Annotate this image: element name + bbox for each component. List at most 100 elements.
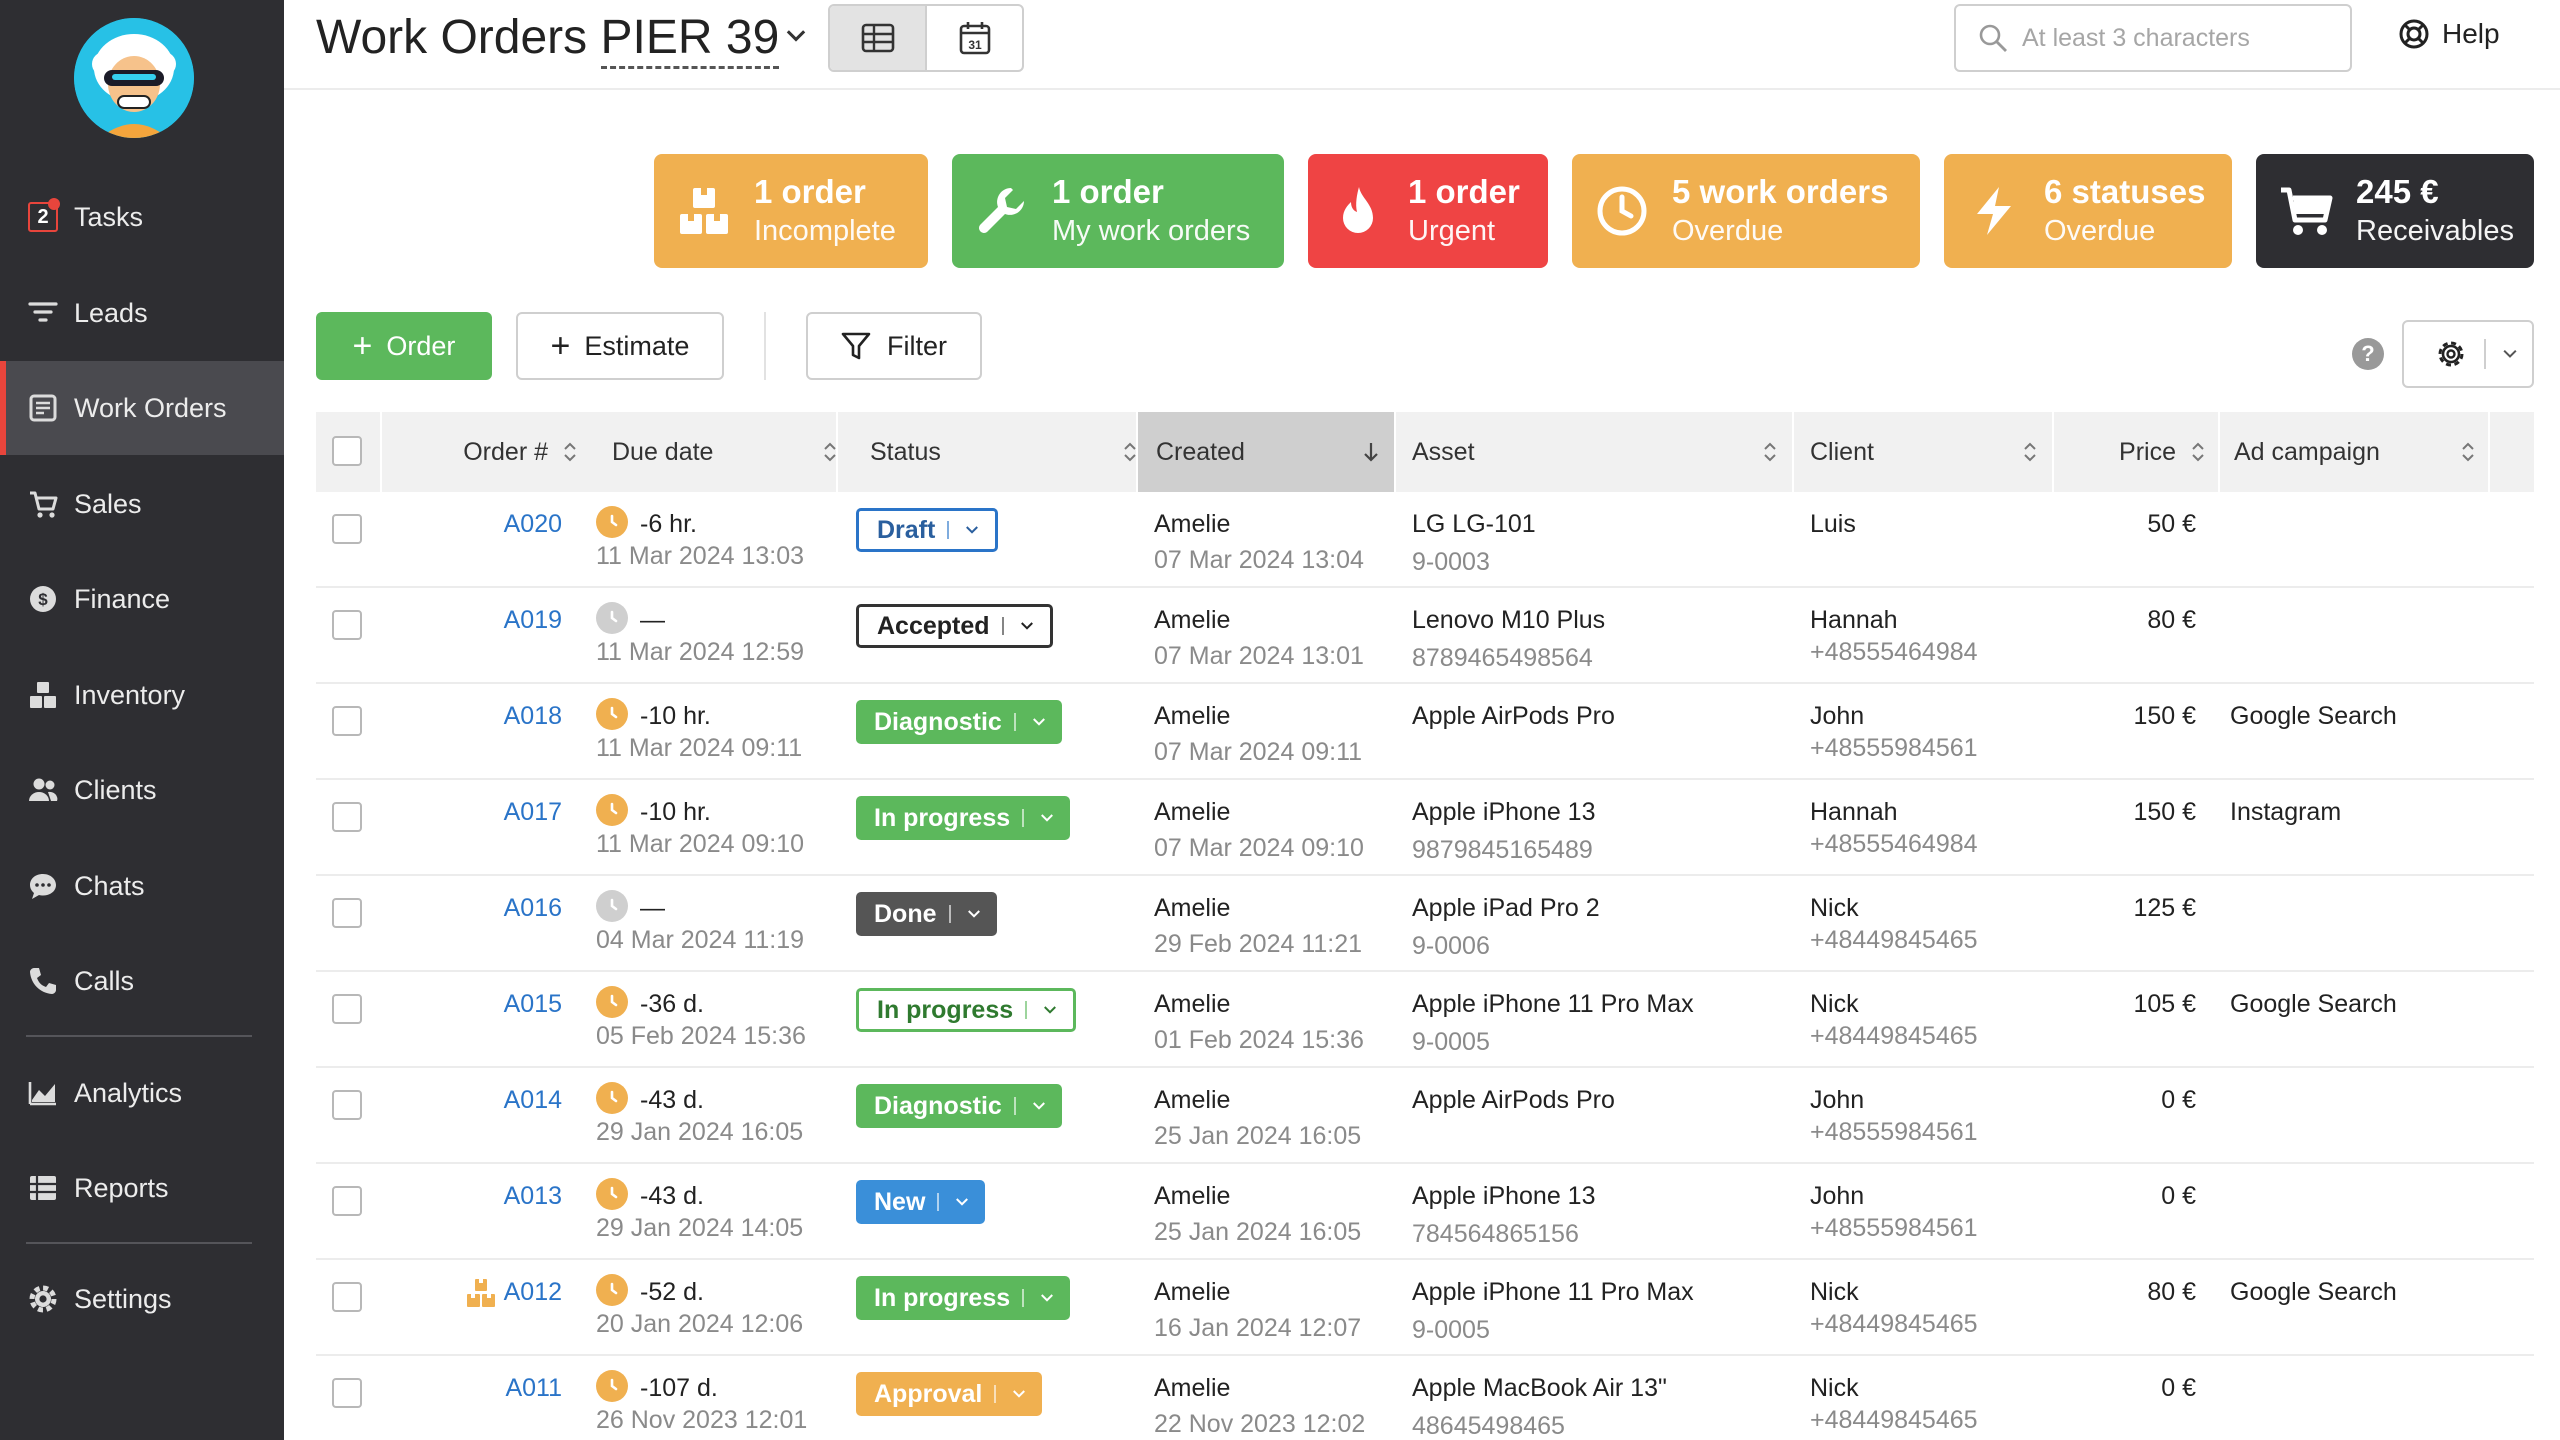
column-due-date[interactable]: Due date	[592, 412, 852, 492]
status-dropdown[interactable]: In progress	[856, 796, 1071, 840]
add-estimate-button[interactable]: + Estimate	[516, 312, 724, 380]
card-overdue-orders[interactable]: 5 work orders Overdue	[1572, 154, 1920, 268]
column-status[interactable]: Status	[852, 412, 1152, 492]
client-name[interactable]: Nick	[1810, 1278, 1859, 1307]
table-view-button[interactable]	[830, 6, 927, 70]
client-phone[interactable]: +48555464984	[1810, 638, 1978, 667]
add-order-button[interactable]: + Order	[316, 312, 492, 380]
client-phone[interactable]: +48449845465	[1810, 1406, 1978, 1435]
order-link[interactable]: A015	[504, 990, 562, 1019]
client-phone[interactable]: +48449845465	[1810, 1022, 1978, 1051]
status-dropdown[interactable]: New	[856, 1180, 986, 1224]
search-box[interactable]	[1954, 4, 2352, 72]
row-checkbox[interactable]	[332, 1282, 362, 1312]
row-checkbox[interactable]	[332, 1378, 362, 1408]
calendar-view-button[interactable]: 31	[927, 6, 1022, 70]
table-row[interactable]: A020 -6 hr. 11 Mar 2024 13:03 Draft Amelie 07…	[316, 492, 2534, 588]
select-all-checkbox[interactable]	[332, 436, 362, 466]
column-created[interactable]: Created	[1138, 412, 1394, 492]
order-link[interactable]: A012	[504, 1278, 562, 1307]
order-link[interactable]: A013	[504, 1182, 562, 1211]
sidebar-item-tasks[interactable]: 2 Tasks	[0, 170, 284, 264]
sidebar-item-finance[interactable]: $ Finance	[0, 552, 284, 646]
column-asset[interactable]: Asset	[1394, 412, 1792, 492]
client-name[interactable]: John	[1810, 1182, 1864, 1211]
column-client[interactable]: Client	[1792, 412, 2052, 492]
client-phone[interactable]: +48449845465	[1810, 926, 1978, 955]
row-checkbox[interactable]	[332, 898, 362, 928]
order-link[interactable]: A019	[504, 606, 562, 635]
help-tooltip-icon[interactable]: ?	[2352, 338, 2384, 370]
order-link[interactable]: A014	[504, 1086, 562, 1115]
column-price[interactable]: Price	[2052, 412, 2220, 492]
client-phone[interactable]: +48449845465	[1810, 1310, 1978, 1339]
sidebar-item-analytics[interactable]: Analytics	[0, 1046, 284, 1140]
sidebar-item-clients[interactable]: Clients	[0, 743, 284, 837]
table-row[interactable]: A012 -52 d. 20 Jan 2024 12:06 In progress Am…	[316, 1260, 2534, 1356]
status-dropdown[interactable]: Diagnostic	[856, 700, 1062, 744]
client-phone[interactable]: +48555984561	[1810, 1214, 1978, 1243]
row-checkbox[interactable]	[332, 514, 362, 544]
order-link[interactable]: A018	[504, 702, 562, 731]
client-name[interactable]: Nick	[1810, 990, 1859, 1019]
status-dropdown[interactable]: In progress	[856, 988, 1077, 1032]
client-name[interactable]: Luis	[1810, 510, 1856, 539]
avatar[interactable]	[74, 18, 194, 138]
table-row[interactable]: A015 -36 d. 05 Feb 2024 15:36 In progress Am…	[316, 972, 2534, 1068]
location-selector[interactable]: PIER 39	[600, 11, 780, 69]
card-my-work-orders[interactable]: 1 order My work orders	[952, 154, 1284, 268]
filter-button[interactable]: Filter	[806, 312, 982, 380]
column-order-number[interactable]: Order #	[380, 412, 592, 492]
row-checkbox[interactable]	[332, 610, 362, 640]
help-button[interactable]: Help	[2398, 18, 2500, 50]
client-name[interactable]: John	[1810, 1086, 1864, 1115]
sidebar-item-inventory[interactable]: Inventory	[0, 648, 284, 742]
table-row[interactable]: A016 — 04 Mar 2024 11:19 Done Amelie 29 Feb 2…	[316, 876, 2534, 972]
table-row[interactable]: A014 -43 d. 29 Jan 2024 16:05 Diagnostic Ame…	[316, 1068, 2534, 1164]
row-checkbox[interactable]	[332, 1186, 362, 1216]
sidebar-item-reports[interactable]: Reports	[0, 1141, 284, 1235]
card-receivables[interactable]: 245 € Receivables	[2256, 154, 2534, 268]
client-name[interactable]: John	[1810, 702, 1864, 731]
client-name[interactable]: Nick	[1810, 1374, 1859, 1403]
card-overdue-statuses[interactable]: 6 statuses Overdue	[1944, 154, 2232, 268]
card-urgent[interactable]: 1 order Urgent	[1308, 154, 1548, 268]
status-dropdown[interactable]: Approval	[856, 1372, 1043, 1416]
client-name[interactable]: Hannah	[1810, 606, 1898, 635]
order-link[interactable]: A016	[504, 894, 562, 923]
status-dropdown[interactable]: Done	[856, 892, 997, 936]
order-link[interactable]: A020	[504, 510, 562, 539]
order-link[interactable]: A011	[505, 1374, 562, 1403]
table-row[interactable]: A018 -10 hr. 11 Mar 2024 09:11 Diagnostic Am…	[316, 684, 2534, 780]
sidebar-item-sales[interactable]: Sales	[0, 457, 284, 551]
status-dropdown[interactable]: Accepted	[856, 604, 1053, 648]
row-checkbox[interactable]	[332, 994, 362, 1024]
sidebar-item-leads[interactable]: Leads	[0, 266, 284, 360]
table-row[interactable]: A019 — 11 Mar 2024 12:59 Accepted Amelie 07 M…	[316, 588, 2534, 684]
row-checkbox[interactable]	[332, 802, 362, 832]
client-phone[interactable]: +48555984561	[1810, 734, 1978, 763]
search-input[interactable]	[2022, 23, 2322, 53]
sidebar-item-work-orders[interactable]: Work Orders	[0, 361, 284, 455]
table-row[interactable]: A017 -10 hr. 11 Mar 2024 09:10 In progress A…	[316, 780, 2534, 876]
status-dropdown[interactable]: In progress	[856, 1276, 1071, 1320]
status-dropdown[interactable]: Draft	[856, 508, 999, 552]
table-row[interactable]: A013 -43 d. 29 Jan 2024 14:05 New Amelie 25 J…	[316, 1164, 2534, 1260]
client-phone[interactable]: +48555464984	[1810, 830, 1978, 859]
sidebar-item-calls[interactable]: Calls	[0, 934, 284, 1028]
row-checkbox[interactable]	[332, 1090, 362, 1120]
row-checkbox[interactable]	[332, 706, 362, 736]
client-phone[interactable]: +48555984561	[1810, 1118, 1978, 1147]
status-dropdown[interactable]: Diagnostic	[856, 1084, 1062, 1128]
order-link[interactable]: A017	[504, 798, 562, 827]
sidebar-item-settings[interactable]: Settings	[0, 1252, 284, 1346]
table-row[interactable]: A011 -107 d. 26 Nov 2023 12:01 Approval Amel…	[316, 1356, 2534, 1440]
chevron-down-icon[interactable]	[782, 22, 810, 50]
client-name[interactable]: Hannah	[1810, 798, 1898, 827]
client-name[interactable]: Nick	[1810, 894, 1859, 923]
chevron-down-icon[interactable]	[2500, 344, 2520, 364]
column-ad-campaign[interactable]: Ad campaign	[2220, 412, 2490, 492]
table-settings-button[interactable]	[2402, 320, 2534, 388]
sidebar-item-chats[interactable]: Chats	[0, 839, 284, 933]
card-incomplete[interactable]: 1 order Incomplete	[654, 154, 928, 268]
